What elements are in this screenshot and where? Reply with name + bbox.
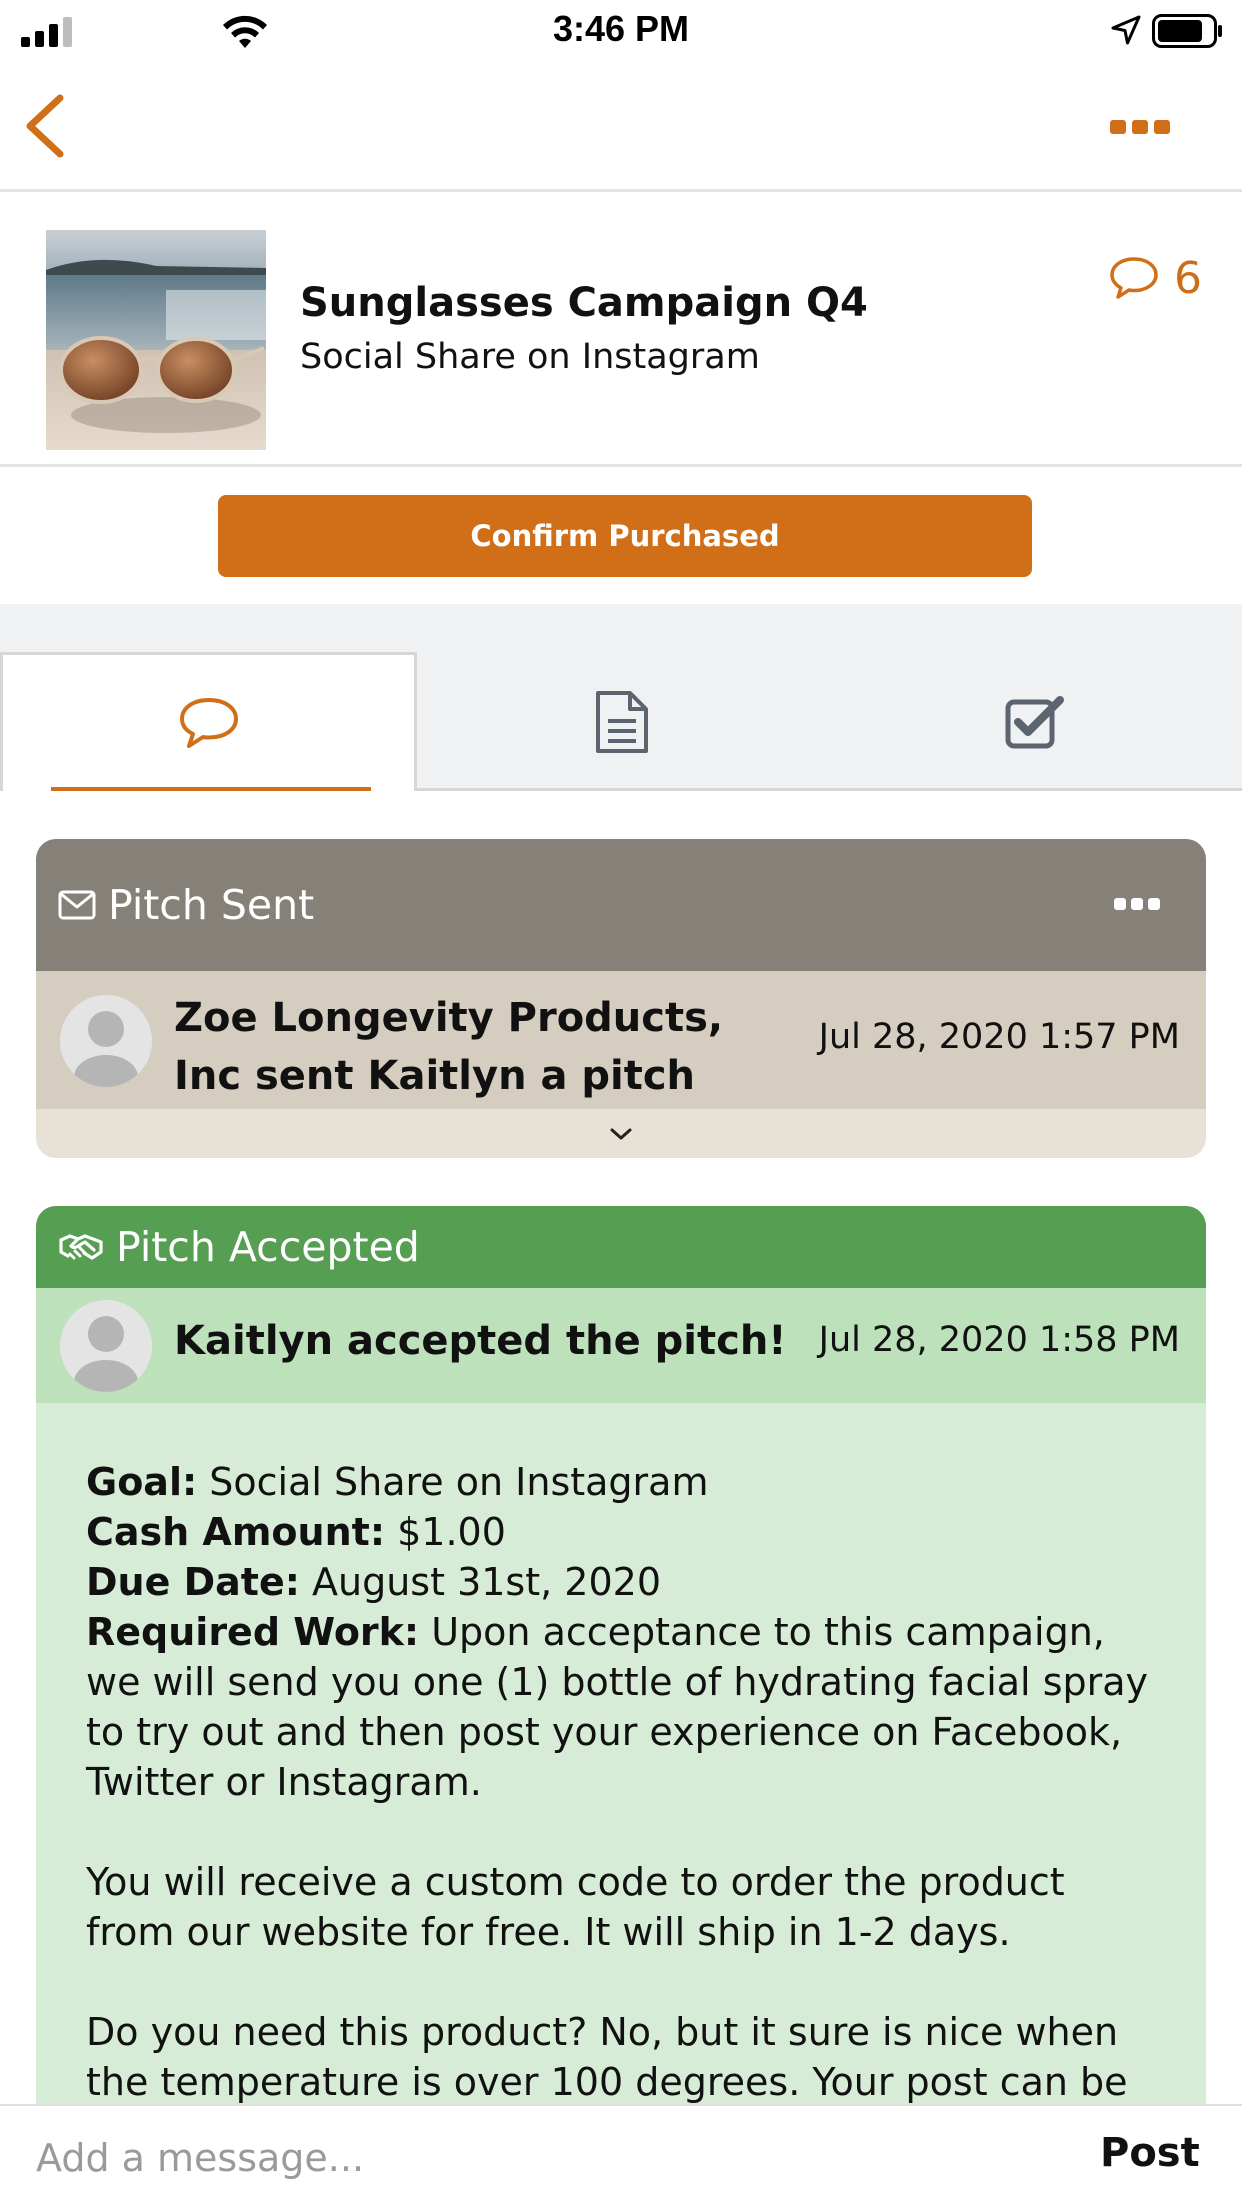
tab-messages[interactable] [0,652,417,791]
pitch-accepted-label: Pitch Accepted [116,1223,420,1271]
campaign-header: Sunglasses Campaign Q4 Social Share on I… [0,195,1242,467]
tab-tasks[interactable] [827,652,1242,791]
campaign-subtitle: Social Share on Instagram [300,337,760,377]
comment-count-button[interactable]: 6 [1108,252,1202,304]
battery-icon [1152,14,1222,48]
activity-feed[interactable]: Pitch Sent Zoe Longevity Products, Inc s… [0,791,1242,2104]
due-label: Due Date: [86,1560,300,1604]
goal-label: Goal: [86,1460,198,1504]
document-icon [596,690,648,753]
details-paragraph: Do you need this product? No, but it sur… [86,2010,1128,2104]
location-arrow-icon [1111,15,1141,45]
campaign-title: Sunglasses Campaign Q4 [300,280,868,326]
cash-label: Cash Amount: [86,1510,386,1554]
campaign-thumbnail [46,230,266,450]
pitch-sent-message: Zoe Longevity Products, Inc sent Kaitlyn… [174,995,724,1099]
ellipsis-icon [1110,120,1170,134]
goal-line: Goal: Social Share on Instagram [86,1457,1156,1507]
status-bar: 3:46 PM [0,0,1242,62]
message-input[interactable] [36,2128,936,2188]
tab-bar [0,604,1242,791]
back-button[interactable] [18,90,78,162]
pitch-sent-label: Pitch Sent [108,881,315,929]
post-button[interactable]: Post [1100,2130,1200,2176]
envelope-icon [58,890,96,920]
more-options-button[interactable] [1106,112,1174,142]
confirm-area: Confirm Purchased [0,469,1242,604]
due-line: Due Date: August 31st, 2020 [86,1557,1156,1607]
work-label: Required Work: [86,1610,420,1654]
comment-count-value: 6 [1174,252,1202,304]
pitch-accepted-card: Pitch Accepted Kaitlyn accepted the pitc… [36,1206,1206,2104]
pitch-sent-timestamp: Jul 28, 2020 1:57 PM [818,1017,1180,1057]
work-line: Required Work: Upon acceptance to this c… [86,1607,1156,1807]
details-paragraph: You will receive a custom code to order … [86,1860,1065,1954]
pitch-accepted-summary: Kaitlyn accepted the pitch! Jul 28, 2020… [36,1288,1206,1403]
handshake-icon [59,1234,103,1260]
pitch-details: Goal: Social Share on Instagram Cash Amo… [36,1403,1206,2104]
chat-bubble-icon [179,698,238,748]
cash-value: $1.00 [397,1510,506,1554]
chevron-down-icon [610,1128,632,1139]
due-value: August 31st, 2020 [312,1560,661,1604]
pitch-accepted-message: Kaitlyn accepted the pitch! [174,1318,787,1364]
comment-icon [1110,257,1158,299]
card-more-options-icon[interactable] [1112,894,1162,914]
pitch-accepted-timestamp: Jul 28, 2020 1:58 PM [818,1320,1180,1360]
nav-bar [0,62,1242,192]
confirm-purchased-button[interactable]: Confirm Purchased [218,495,1032,577]
pitch-accepted-header: Pitch Accepted [36,1206,1206,1288]
message-bar: Post [0,2104,1242,2208]
pitch-sent-body: Zoe Longevity Products, Inc sent Kaitlyn… [36,971,1206,1109]
checkbox-icon [1005,695,1064,748]
expand-toggle[interactable] [36,1109,1206,1158]
tab-details[interactable] [417,652,827,791]
status-time: 3:46 PM [552,8,690,49]
cash-line: Cash Amount: $1.00 [86,1507,1156,1557]
pitch-sent-header: Pitch Sent [36,839,1206,971]
avatar [60,1300,152,1392]
chevron-left-icon [26,94,64,158]
goal-value: Social Share on Instagram [209,1460,709,1504]
pitch-sent-card: Pitch Sent Zoe Longevity Products, Inc s… [36,839,1206,1158]
avatar [60,995,152,1087]
